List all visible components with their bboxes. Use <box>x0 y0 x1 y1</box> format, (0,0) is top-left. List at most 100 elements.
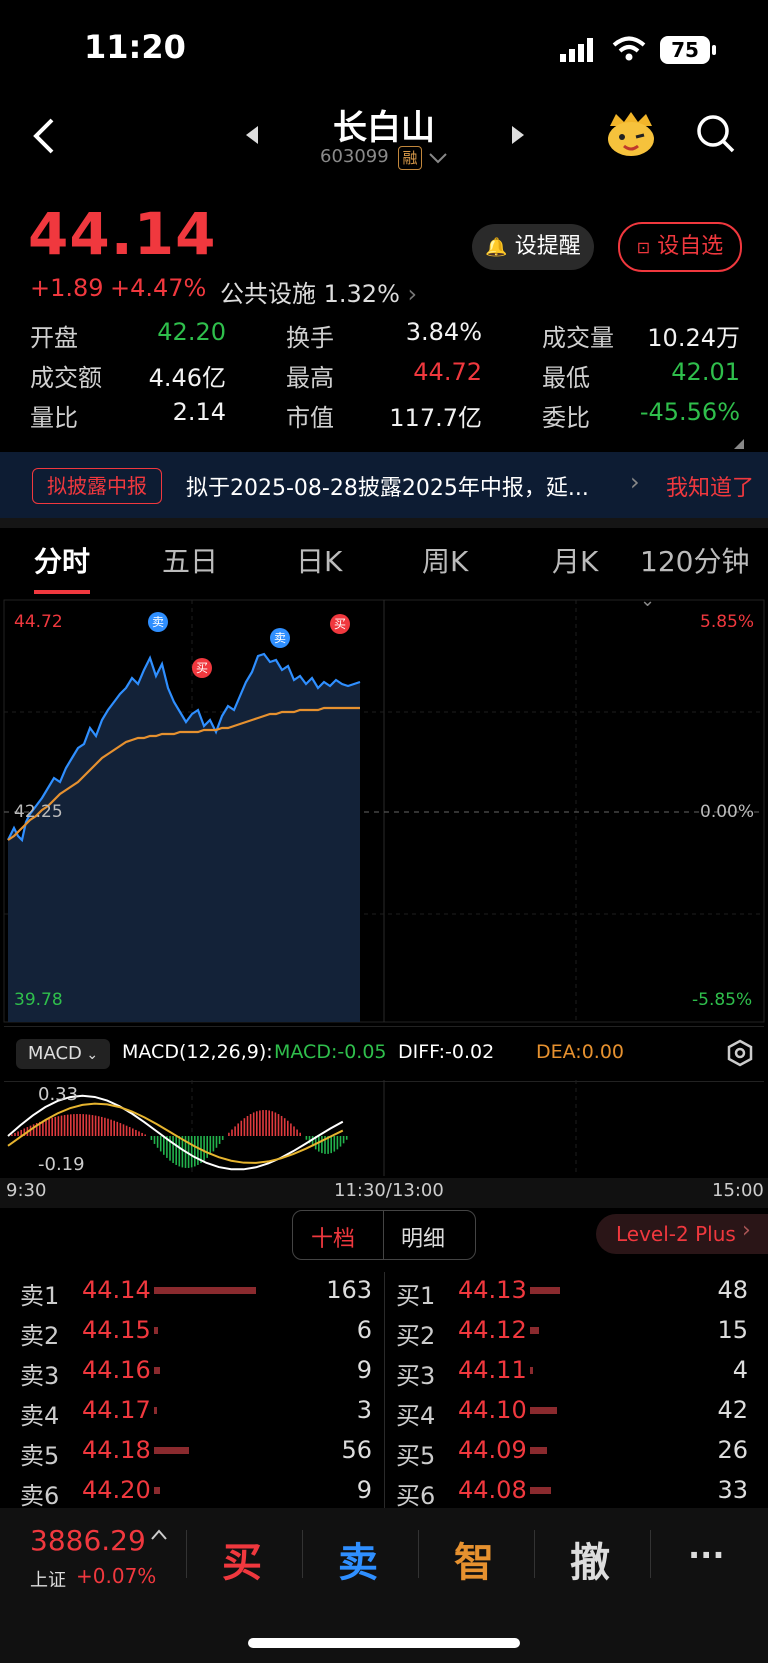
level-price: 44.18 <box>82 1436 151 1464</box>
macd-bar <box>135 1129 137 1136</box>
stat-label: 最低 <box>542 364 590 392</box>
macd-bar <box>88 1114 91 1136</box>
orderbook-row[interactable]: 卖1 44.14 163 <box>20 1272 372 1312</box>
macd-bar <box>51 1117 53 1136</box>
sector-link[interactable]: 公共设施 1.32% › <box>220 274 417 309</box>
watchlist-icon: ⊡ <box>636 238 651 257</box>
orderbook-row[interactable]: 买1 44.13 48 <box>396 1272 748 1312</box>
macd-bar <box>48 1118 50 1136</box>
tab-weekly-k[interactable]: 周K <box>422 540 468 580</box>
indicator-selector[interactable]: MACD ⌄ <box>16 1039 110 1069</box>
macd-bar <box>221 1136 224 1141</box>
macd-bar <box>63 1115 66 1136</box>
settings-icon[interactable] <box>726 1039 754 1071</box>
remind-button[interactable]: 🔔 设提醒 <box>472 224 594 270</box>
macd-bar <box>249 1114 252 1136</box>
watch-label: 设自选 <box>657 234 724 259</box>
stat-value: 2.14 <box>172 398 226 426</box>
macd-bar <box>122 1124 125 1136</box>
macd-bottom-label: -0.19 <box>38 1154 85 1175</box>
add-watchlist-button[interactable]: ⊡ 设自选 <box>618 222 742 272</box>
sell-button[interactable]: 卖 <box>338 1530 378 1588</box>
macd-bar <box>252 1112 255 1136</box>
cancel-order-button[interactable]: 撤 <box>570 1530 610 1588</box>
tab-ten-levels[interactable]: 十档 <box>311 1221 355 1253</box>
chevron-down-icon[interactable] <box>428 150 448 169</box>
macd-bar <box>336 1136 339 1150</box>
mascot-icon[interactable] <box>604 108 658 162</box>
macd-bar <box>243 1118 246 1136</box>
buy-marker[interactable]: 买 <box>330 614 350 634</box>
tab-monthly-k[interactable]: 月K <box>552 540 598 580</box>
buy-button[interactable]: 买 <box>222 1530 262 1588</box>
macd-bar <box>277 1114 280 1136</box>
stat-value: 44.72 <box>413 358 482 386</box>
notice-badge: 拟披露中报 <box>32 468 162 504</box>
axis-base-pct: 0.00% <box>700 802 755 822</box>
level2-plus-button[interactable]: Level-2 Plus › <box>596 1214 768 1254</box>
macd-bar <box>209 1136 212 1155</box>
level-label: 卖4 <box>20 1402 60 1430</box>
level-quantity: 33 <box>717 1476 748 1504</box>
orderbook-row[interactable]: 买2 44.12 15 <box>396 1312 748 1352</box>
tab-daily-k[interactable]: 日K <box>296 540 342 580</box>
macd-bar <box>197 1136 199 1165</box>
wifi-icon <box>612 36 646 66</box>
level-label: 买3 <box>396 1362 436 1390</box>
orderbook-row[interactable]: 买4 44.10 42 <box>396 1392 748 1432</box>
orderbook-row[interactable]: 买3 44.11 4 <box>396 1352 748 1392</box>
disclosure-notice[interactable]: 拟披露中报 拟于2025-08-28披露2025年中报，延... › 我知道了 <box>0 452 768 518</box>
battery-icon: 75 <box>660 36 710 64</box>
level2-label: Level-2 Plus <box>616 1222 736 1246</box>
macd-bar <box>234 1126 236 1136</box>
time-start: 9:30 <box>6 1180 47 1201</box>
stat-value: 42.20 <box>157 318 226 346</box>
macd-bar <box>237 1123 239 1136</box>
macd-bar <box>156 1136 159 1148</box>
expand-corner-icon[interactable] <box>734 434 744 453</box>
macd-bar <box>113 1120 115 1136</box>
macd-bar <box>299 1132 301 1136</box>
orderbook-row[interactable]: 卖6 44.20 9 <box>20 1472 372 1508</box>
dismiss-notice-button[interactable]: 我知道了 <box>666 470 754 502</box>
level-quantity: 163 <box>326 1276 372 1304</box>
macd-chart[interactable]: 0.33 -0.19 <box>0 1080 768 1176</box>
macd-bar <box>321 1136 323 1154</box>
next-stock-icon[interactable] <box>510 124 526 150</box>
stat-value: 4.46亿 <box>148 364 226 392</box>
level-label: 买6 <box>396 1482 436 1508</box>
chart-tabs: 分时 五日 日K 周K 月K 120分钟 ⌄ <box>0 540 768 611</box>
macd-bar <box>265 1110 267 1136</box>
level-price: 44.11 <box>458 1356 527 1384</box>
level-label: 买2 <box>396 1322 436 1350</box>
quote-stats: 开盘 42.20 换手 3.84% 成交量 10.24万 成交额 4.46亿 最高 44.72 最低… <box>30 318 740 448</box>
index-name: 上证 <box>30 1570 66 1591</box>
orderbook-row[interactable]: 买5 44.09 26 <box>396 1432 748 1472</box>
indicator-selector-label: MACD <box>27 1043 82 1064</box>
orderbook-row[interactable]: 卖5 44.18 56 <box>20 1432 372 1472</box>
macd-bar <box>240 1120 243 1136</box>
macd-bar <box>91 1115 94 1136</box>
more-icon[interactable]: ··· <box>688 1536 724 1574</box>
tab-trade-detail[interactable]: 明细 <box>401 1221 445 1253</box>
macd-bar <box>45 1119 47 1136</box>
sell-marker[interactable]: 卖 <box>270 628 290 648</box>
smart-order-button[interactable]: 智 <box>454 1530 494 1588</box>
index-value[interactable]: 3886.29 <box>30 1524 146 1557</box>
orderbook-row[interactable]: 卖3 44.16 9 <box>20 1352 372 1392</box>
orderbook-row[interactable]: 卖4 44.17 3 <box>20 1392 372 1432</box>
search-icon[interactable] <box>696 114 736 158</box>
macd-bar <box>73 1114 75 1136</box>
macd-bar <box>104 1117 106 1136</box>
sell-marker[interactable]: 卖 <box>148 612 168 632</box>
intraday-chart[interactable]: 44.72 5.85% 42.25 0.00% 39.78 -5.85% 卖 买… <box>0 596 768 1026</box>
level-price: 44.14 <box>82 1276 151 1304</box>
tab-five-day[interactable]: 五日 <box>162 540 218 580</box>
volume-bar <box>530 1487 551 1494</box>
level-quantity: 3 <box>356 1396 372 1424</box>
macd-bar <box>110 1119 112 1136</box>
tab-intraday[interactable]: 分时 <box>34 540 90 580</box>
buy-marker[interactable]: 买 <box>192 658 212 678</box>
orderbook-row[interactable]: 卖2 44.15 6 <box>20 1312 372 1352</box>
orderbook-row[interactable]: 买6 44.08 33 <box>396 1472 748 1508</box>
